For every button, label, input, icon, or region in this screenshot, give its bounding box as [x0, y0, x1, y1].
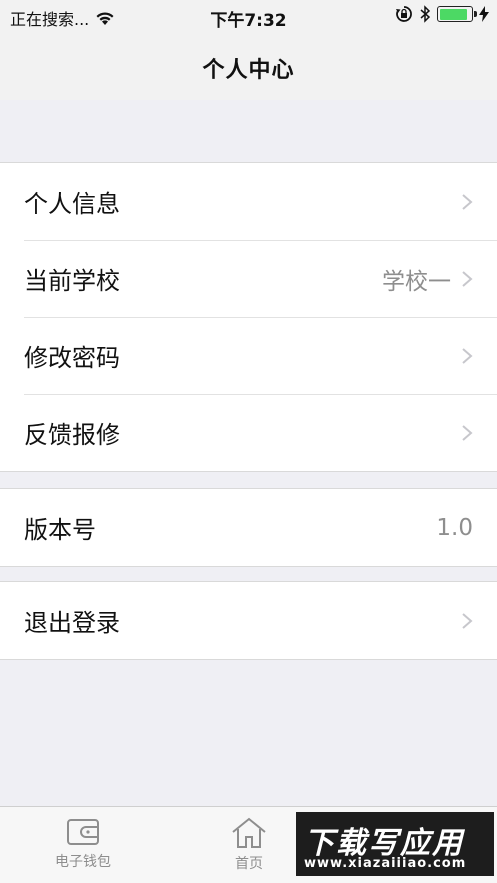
settings-group-version: 版本号 1.0 [0, 488, 497, 567]
row-current-school[interactable]: 当前学校 学校一 [0, 240, 497, 317]
navigation-bar: 个人中心 [0, 32, 497, 100]
row-label: 修改密码 [24, 344, 120, 372]
chevron-right-icon [462, 270, 473, 287]
battery-fill [439, 8, 468, 20]
watermark: 下载写应用 www.xiazaiiiao.com [296, 812, 494, 876]
tab-wallet[interactable]: 电子钱包 [0, 807, 166, 883]
chevron-right-icon [462, 193, 473, 210]
settings-group-logout: 退出登录 [0, 581, 497, 660]
charging-icon [479, 6, 489, 22]
row-version: 版本号 1.0 [0, 489, 497, 566]
row-change-password[interactable]: 修改密码 [0, 317, 497, 394]
row-feedback-repair[interactable]: 反馈报修 [0, 394, 497, 471]
row-logout[interactable]: 退出登录 [0, 582, 497, 659]
status-bar: 正在搜索... 下午7:32 [0, 0, 497, 32]
row-label: 退出登录 [24, 609, 120, 637]
row-personal-info[interactable]: 个人信息 [0, 163, 497, 240]
row-label: 反馈报修 [24, 421, 120, 449]
home-icon [232, 817, 266, 848]
battery-icon [437, 6, 477, 22]
row-value: 学校一 [382, 268, 451, 295]
bluetooth-icon [420, 5, 431, 23]
settings-group-account: 个人信息 当前学校 学校一 修改密码 反馈报修 [0, 162, 497, 472]
row-label: 个人信息 [24, 190, 120, 218]
row-label: 当前学校 [24, 267, 120, 295]
watermark-url: www.xiazaiiiao.com [304, 856, 467, 871]
row-label: 版本号 [24, 516, 96, 544]
rotation-lock-icon [396, 6, 412, 22]
chevron-right-icon [462, 347, 473, 364]
chevron-right-icon [462, 424, 473, 441]
tab-label: 电子钱包 [55, 854, 111, 870]
version-value: 1.0 [436, 514, 473, 541]
status-right [395, 5, 489, 23]
wallet-icon [67, 819, 99, 845]
chevron-right-icon [462, 612, 473, 629]
page-title: 个人中心 [202, 58, 295, 83]
